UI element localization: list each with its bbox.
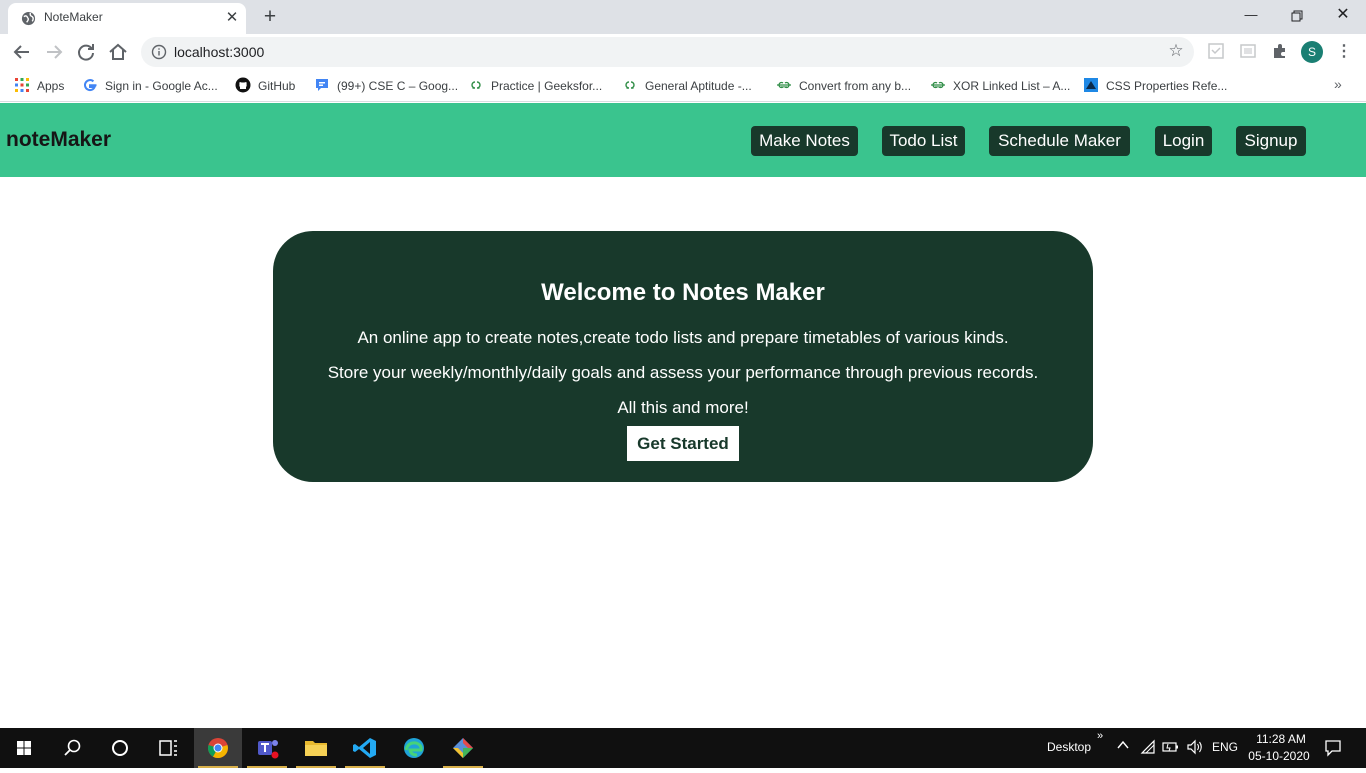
language-indicator[interactable]: ENG bbox=[1212, 740, 1238, 754]
bookmark-css-properties[interactable]: CSS Properties Refe... bbox=[1083, 76, 1227, 96]
google-chat-icon bbox=[316, 79, 328, 91]
clock-time[interactable]: 11:28 AM bbox=[1253, 732, 1309, 746]
nav-login[interactable]: Login bbox=[1155, 126, 1212, 156]
bookmark-google-signin[interactable]: Sign in - Google Ac... bbox=[82, 76, 218, 96]
git-icon bbox=[453, 738, 473, 758]
chevron-up-icon bbox=[1117, 740, 1129, 749]
battery-icon[interactable] bbox=[1162, 740, 1180, 757]
show-hidden-icons[interactable] bbox=[1116, 738, 1130, 755]
globe-icon bbox=[21, 11, 36, 26]
url-text[interactable]: localhost:3000 bbox=[174, 44, 264, 60]
bookmark-label: Convert from any b... bbox=[799, 79, 912, 93]
profile-avatar[interactable]: S bbox=[1301, 41, 1323, 63]
reload-icon[interactable] bbox=[74, 40, 98, 64]
tab-title: NoteMaker bbox=[44, 10, 103, 24]
github-icon bbox=[235, 77, 251, 93]
more-menu-icon[interactable]: ⋮ bbox=[1335, 42, 1353, 62]
taskbar-vscode[interactable] bbox=[341, 728, 389, 768]
cortana-circle-icon bbox=[112, 740, 128, 756]
extension-icon[interactable] bbox=[1207, 42, 1225, 60]
bookmark-gfg-practice[interactable]: Practice | Geeksfor... bbox=[468, 76, 602, 96]
bookmark-apps[interactable]: Apps bbox=[14, 76, 64, 96]
teams-icon bbox=[258, 740, 279, 759]
network-icon[interactable] bbox=[1140, 739, 1156, 758]
bookmark-star-icon[interactable]: ☆ bbox=[1166, 41, 1186, 61]
search-button[interactable] bbox=[48, 728, 96, 768]
taskbar-git[interactable] bbox=[439, 728, 487, 768]
bookmark-label: General Aptitude -... bbox=[645, 79, 752, 93]
bookmark-gfg-xor[interactable]: XOR Linked List – A... bbox=[930, 76, 1070, 96]
windows-logo-icon bbox=[17, 741, 31, 755]
clock-date[interactable]: 05-10-2020 bbox=[1247, 749, 1311, 763]
bookmarks-bar: Apps Sign in - Google Ac... GitHub (99+)… bbox=[0, 70, 1366, 102]
apps-grid-icon bbox=[15, 78, 29, 92]
bookmark-label: Practice | Geeksfor... bbox=[491, 79, 603, 93]
gfg-icon bbox=[931, 81, 945, 89]
address-bar[interactable]: localhost:3000 ☆ bbox=[141, 37, 1194, 67]
welcome-description-2: Store your weekly/monthly/daily goals an… bbox=[327, 363, 1039, 382]
forward-icon[interactable] bbox=[42, 40, 66, 64]
nav-schedule-maker[interactable]: Schedule Maker bbox=[989, 126, 1130, 156]
browser-tabstrip: NoteMaker ✕ + — ✕ bbox=[0, 0, 1366, 34]
notifications-icon[interactable] bbox=[1324, 739, 1342, 760]
browser-toolbar: localhost:3000 ☆ S ⋮ bbox=[0, 34, 1366, 70]
volume-icon[interactable] bbox=[1186, 739, 1204, 758]
nav-signup[interactable]: Signup bbox=[1236, 126, 1306, 156]
gfg-icon bbox=[625, 81, 635, 89]
desktop-toolbar-label[interactable]: Desktop bbox=[1047, 740, 1091, 754]
toolbar-expand-icon[interactable]: » bbox=[1097, 730, 1103, 742]
get-started-button[interactable]: Get Started bbox=[627, 426, 739, 461]
restore-icon[interactable] bbox=[1274, 0, 1320, 32]
welcome-description-3: All this and more! bbox=[617, 398, 749, 417]
bookmark-label: GitHub bbox=[258, 79, 296, 93]
cortana-button[interactable] bbox=[96, 728, 144, 768]
close-window-icon[interactable]: ✕ bbox=[1320, 0, 1366, 32]
home-icon[interactable] bbox=[106, 40, 130, 64]
close-tab-icon[interactable]: ✕ bbox=[224, 10, 240, 26]
bookmark-label: XOR Linked List – A... bbox=[953, 79, 1071, 93]
site-navbar: noteMaker Make Notes Todo List Schedule … bbox=[0, 103, 1366, 177]
w3-icon bbox=[1084, 78, 1098, 92]
edge-icon bbox=[404, 738, 424, 758]
bookmark-label: Sign in - Google Ac... bbox=[105, 79, 218, 93]
welcome-title: Welcome to Notes Maker bbox=[541, 279, 825, 306]
browser-tab[interactable]: NoteMaker ✕ bbox=[8, 3, 246, 34]
welcome-description-1: An online app to create notes,create tod… bbox=[357, 328, 1009, 347]
more-bookmarks-icon[interactable]: » bbox=[1334, 76, 1342, 92]
taskbar-edge[interactable] bbox=[390, 728, 438, 768]
info-icon[interactable] bbox=[151, 44, 167, 60]
bookmark-label: (99+) CSE C – Goog... bbox=[337, 79, 459, 93]
gfg-icon bbox=[777, 81, 791, 89]
puzzle-extensions-icon[interactable] bbox=[1271, 42, 1289, 60]
bookmark-gfg-aptitude[interactable]: General Aptitude -... bbox=[622, 76, 752, 96]
new-tab-icon[interactable]: + bbox=[259, 6, 281, 28]
vscode-icon bbox=[353, 738, 376, 758]
task-view-button[interactable] bbox=[144, 728, 192, 768]
bookmark-github[interactable]: GitHub bbox=[235, 76, 295, 96]
bookmark-gfg-convert[interactable]: Convert from any b... bbox=[776, 76, 911, 96]
start-button[interactable] bbox=[0, 728, 48, 768]
site-brand[interactable]: noteMaker bbox=[6, 128, 111, 152]
gfg-icon bbox=[471, 81, 481, 89]
chrome-icon bbox=[208, 738, 228, 759]
nav-make-notes[interactable]: Make Notes bbox=[751, 126, 858, 156]
bookmark-google-chat[interactable]: (99+) CSE C – Goog... bbox=[314, 76, 458, 96]
bookmark-label: Apps bbox=[37, 79, 65, 93]
nav-todo-list[interactable]: Todo List bbox=[882, 126, 965, 156]
google-icon bbox=[84, 79, 97, 92]
bookmark-label: CSS Properties Refe... bbox=[1106, 79, 1228, 93]
taskbar-teams[interactable] bbox=[243, 728, 291, 768]
search-icon bbox=[64, 739, 81, 756]
taskbar-chrome[interactable] bbox=[194, 728, 242, 768]
welcome-card: Welcome to Notes Maker An online app to … bbox=[273, 231, 1093, 482]
task-view-icon bbox=[159, 740, 177, 756]
extension-icon[interactable] bbox=[1239, 42, 1257, 60]
windows-taskbar: Desktop » ENG 11:28 AM 05-10-2020 bbox=[0, 728, 1366, 768]
back-icon[interactable] bbox=[10, 40, 34, 64]
minimize-icon[interactable]: — bbox=[1228, 0, 1274, 32]
taskbar-file-explorer[interactable] bbox=[292, 728, 340, 768]
folder-icon bbox=[305, 741, 327, 756]
